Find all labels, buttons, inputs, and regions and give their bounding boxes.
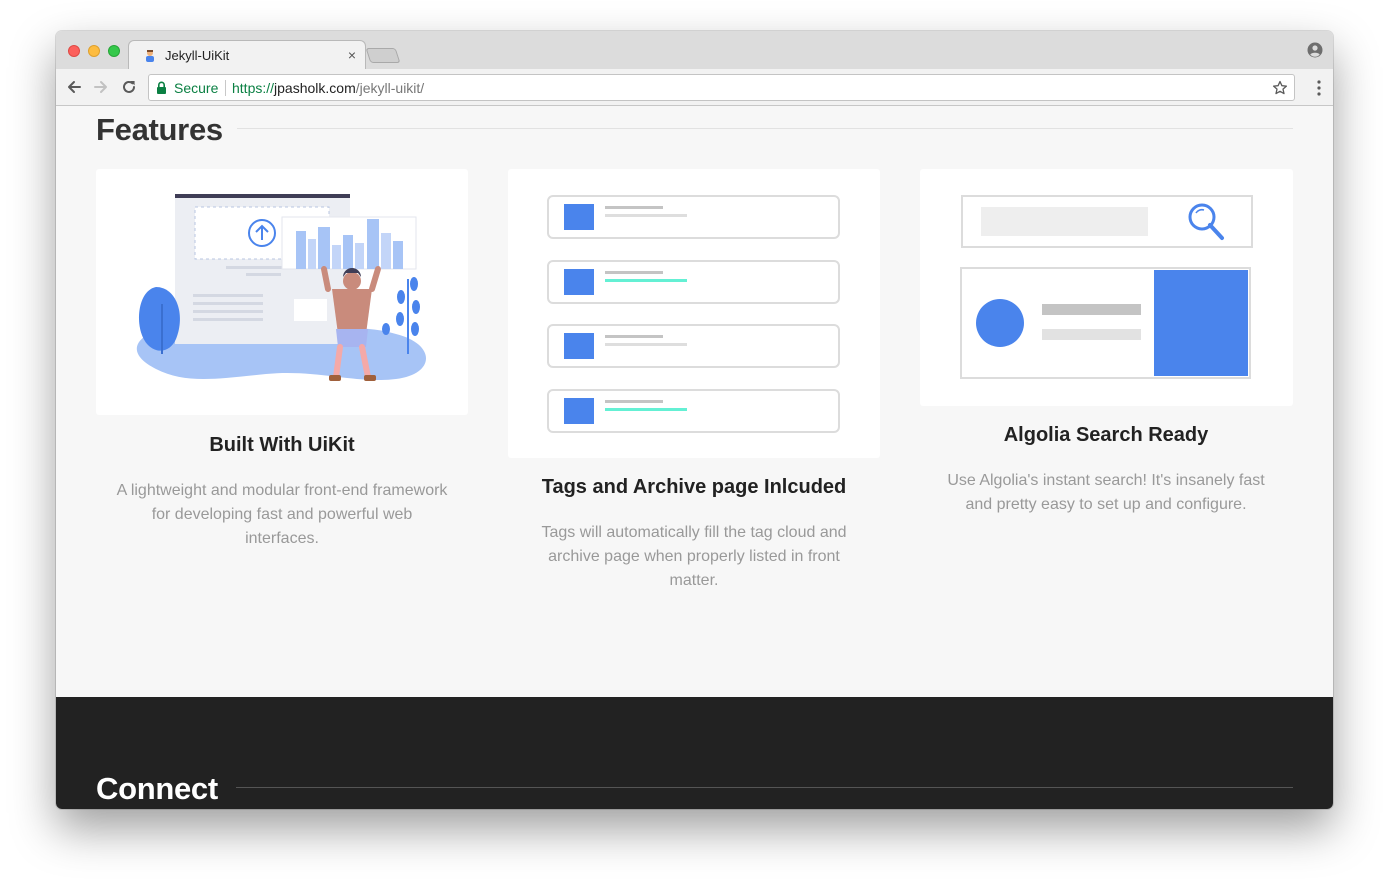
back-arrow-icon[interactable] bbox=[65, 78, 83, 96]
zoom-window-button[interactable] bbox=[108, 45, 120, 57]
uikit-illustration-graphic bbox=[136, 194, 426, 381]
tab-title: Jekyll-UiKit bbox=[165, 48, 230, 63]
lock-icon bbox=[157, 81, 166, 94]
uikit-illustration bbox=[96, 169, 468, 415]
browser-toolbar: Secure https://jpasholk.com/jekyll-uikit… bbox=[56, 69, 1333, 106]
new-tab-button[interactable] bbox=[365, 48, 401, 63]
connect-heading: Connect bbox=[96, 771, 218, 806]
features-heading: Features bbox=[96, 112, 223, 147]
profile-icon[interactable] bbox=[1307, 42, 1323, 58]
omnibox-divider bbox=[225, 80, 226, 96]
list-card bbox=[547, 260, 840, 304]
url-path: /jekyll-uikit/ bbox=[355, 80, 425, 96]
list-card bbox=[547, 195, 840, 239]
favicon-icon bbox=[146, 50, 154, 62]
title-bar: Jekyll-UiKit × bbox=[56, 31, 1333, 70]
browser-tab[interactable]: Jekyll-UiKit × bbox=[128, 40, 366, 70]
card-desc-algolia: Use Algolia's instant search! It's insan… bbox=[947, 472, 1265, 513]
list-card bbox=[547, 389, 840, 433]
url-scheme: https:// bbox=[232, 80, 275, 96]
card-title-algolia: Algolia Search Ready bbox=[1003, 424, 1209, 446]
page-viewport[interactable]: Features Built With UiKit A lightweight … bbox=[56, 107, 1333, 809]
secure-label: Secure bbox=[174, 80, 219, 96]
minimize-window-button[interactable] bbox=[88, 45, 100, 57]
close-window-button[interactable] bbox=[68, 45, 80, 57]
url-host: jpasholk.com bbox=[274, 80, 356, 96]
star-icon[interactable] bbox=[1272, 80, 1288, 96]
menu-icon[interactable] bbox=[1317, 80, 1321, 96]
features-heading-rule bbox=[237, 128, 1293, 129]
connect-heading-rule bbox=[236, 787, 1293, 788]
algolia-illustration bbox=[920, 169, 1293, 406]
tags-archive-illustration bbox=[508, 169, 880, 458]
card-title-uikit: Built With UiKit bbox=[209, 434, 355, 456]
card-desc-tags-archive: Tags will automatically fill the tag clo… bbox=[541, 524, 847, 589]
card-title-tags-archive: Tags and Archive page Inlcuded bbox=[541, 476, 847, 498]
tags-archive-illustration-graphic bbox=[547, 195, 840, 433]
browser-window: Jekyll-UiKit × Secure https://jpasholk.c… bbox=[56, 31, 1333, 809]
url-text[interactable]: https://jpasholk.com/jekyll-uikit/ bbox=[232, 80, 424, 96]
tab-close-icon[interactable]: × bbox=[348, 47, 356, 63]
reload-icon[interactable] bbox=[120, 78, 138, 96]
address-bar[interactable]: Secure https://jpasholk.com/jekyll-uikit… bbox=[148, 74, 1295, 101]
list-card bbox=[547, 324, 840, 368]
card-desc-uikit: A lightweight and modular front-end fram… bbox=[116, 482, 448, 547]
algolia-illustration-graphic bbox=[960, 195, 1253, 379]
footer-section: Connect bbox=[56, 697, 1333, 809]
forward-arrow-icon[interactable] bbox=[92, 78, 110, 96]
